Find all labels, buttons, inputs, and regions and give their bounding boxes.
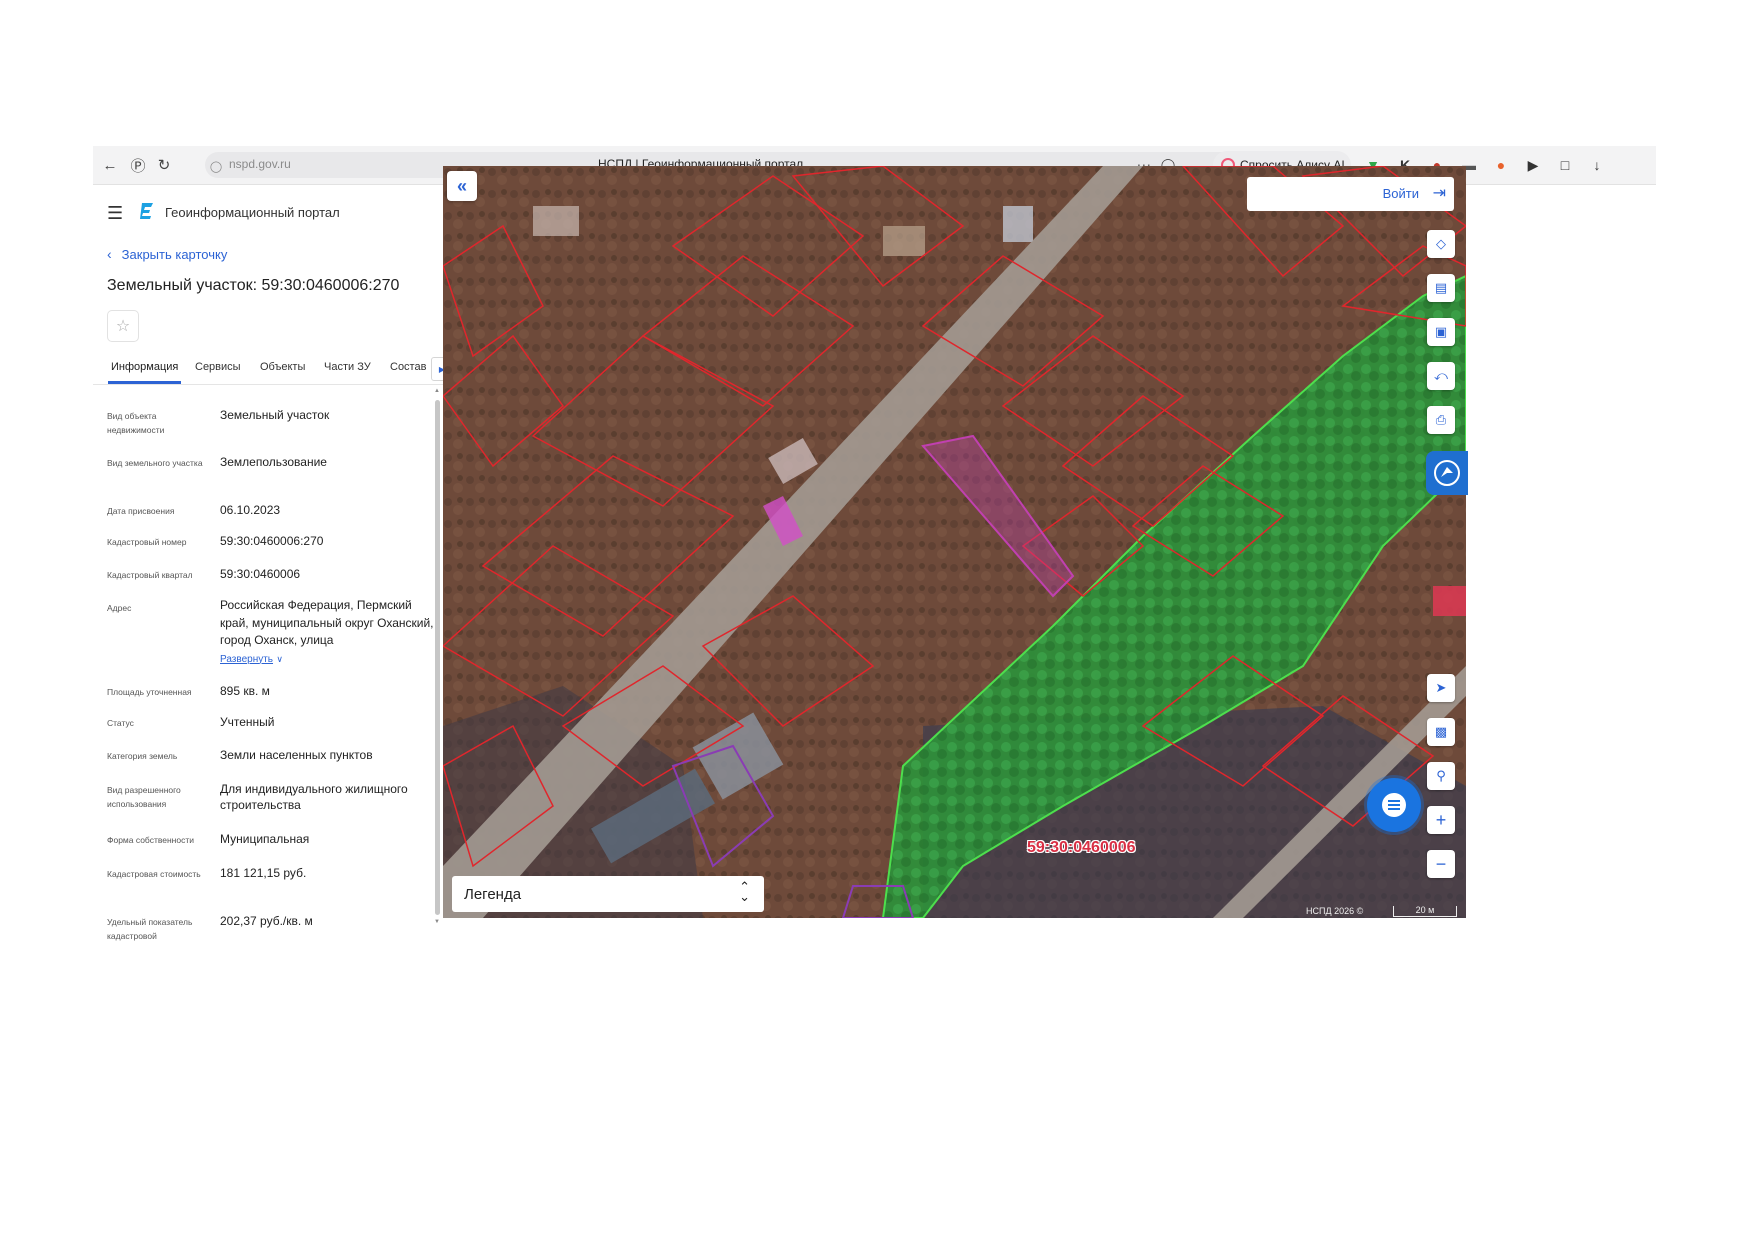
search-pin-icon: ⚲ <box>1436 768 1446 783</box>
ruler-icon: ▤ <box>1434 280 1448 295</box>
tab-services[interactable]: Сервисы <box>195 361 241 373</box>
info-label: Дата присвоения <box>107 506 175 516</box>
object-card-panel: ☰ Геоинформационный портал ‹ Закрыть карт… <box>93 185 497 1028</box>
info-label: Вид разрешенного использования <box>107 785 181 809</box>
info-label: Площадь уточненная <box>107 687 192 697</box>
scroll-down-arrow[interactable]: ▼ <box>434 919 440 925</box>
assistant-button[interactable] <box>1426 451 1468 495</box>
ruler-button[interactable]: ▤ <box>1427 274 1455 302</box>
info-value: 202,37 руб./кв. м <box>220 914 313 928</box>
close-card-link[interactable]: ‹ Закрыть карточку <box>107 246 227 262</box>
info-value: Земли населенных пунктов <box>220 748 373 762</box>
print-button[interactable]: ⎙ <box>1427 406 1455 434</box>
login-button[interactable]: Войти ⇥ <box>1247 177 1454 211</box>
building <box>533 206 579 236</box>
zoom-in-button[interactable]: + <box>1427 806 1455 834</box>
download-icon[interactable]: ↓ <box>1587 155 1607 175</box>
search-location-button[interactable]: ⚲ <box>1427 762 1455 790</box>
chevron-down-icon[interactable]: ∨ <box>276 654 283 664</box>
back-icon[interactable]: ← <box>99 154 121 176</box>
minimap-button[interactable]: ▩ <box>1427 718 1455 746</box>
legend-label: Легенда <box>464 886 522 903</box>
extension-icon[interactable]: □ <box>1555 155 1575 175</box>
login-label: Войти <box>1382 186 1419 201</box>
info-label: Вид объекта недвижимости <box>107 411 165 435</box>
info-value: Учтенный <box>220 715 275 729</box>
info-label: Кадастровый номер <box>107 537 187 547</box>
info-value: Муниципальная <box>220 832 310 846</box>
building <box>1433 586 1466 616</box>
collapse-panel-button[interactable]: « <box>447 171 477 201</box>
assistant-icon <box>1434 460 1460 486</box>
shield-icon: ◯ <box>209 160 223 173</box>
cadastral-quarter-label: 59:30:0460006 <box>1027 839 1136 856</box>
favorite-star-button[interactable]: ☆ <box>107 310 139 342</box>
double-chevron-left-icon: « <box>456 175 467 196</box>
info-value: 59:30:0460006:270 <box>220 534 324 548</box>
info-value: 06.10.2023 <box>220 503 281 517</box>
info-label: Категория земель <box>107 751 178 761</box>
navigation-arrow-icon: ➤ <box>1435 680 1447 695</box>
building <box>1003 206 1033 242</box>
info-value: 895 кв. м <box>220 684 270 698</box>
card-scrollbar[interactable] <box>435 400 440 915</box>
share-button[interactable]: ⤺ <box>1427 362 1455 390</box>
info-value: 181 121,15 руб. <box>220 866 307 880</box>
tab-composition[interactable]: Состав <box>390 361 426 373</box>
info-value: Землепользование <box>220 455 327 469</box>
info-value: Земельный участок <box>220 408 330 422</box>
url-text[interactable]: nspd.gov.ru <box>229 157 291 171</box>
scroll-up-arrow[interactable]: ▲ <box>434 388 440 394</box>
layers-button[interactable]: ◇ <box>1427 230 1455 258</box>
plus-icon: + <box>1435 809 1447 830</box>
object-title: Земельный участок: 59:30:0460006:270 <box>107 277 400 294</box>
hamburger-menu-icon[interactable]: ☰ <box>107 203 123 224</box>
map-canvas[interactable] <box>443 166 1466 918</box>
info-label: Кадастровый квартал <box>107 570 193 580</box>
info-value: 59:30:0460006 <box>220 567 301 581</box>
map-copyright: НСПД 2026 © <box>1306 906 1364 916</box>
share-icon: ⤺ <box>1434 368 1448 383</box>
portal-logo-icon <box>140 203 153 219</box>
info-label: Статус <box>107 718 134 728</box>
address-value: Российская Федерация, Пермский край, мун… <box>220 597 435 668</box>
layers-icon: ◇ <box>1436 236 1446 251</box>
zoom-out-button[interactable]: − <box>1427 850 1455 878</box>
select-area-button[interactable]: ▣ <box>1427 318 1455 346</box>
chevron-left-icon: ‹ <box>107 246 112 262</box>
map-scale: 20 м <box>1393 906 1457 917</box>
select-area-icon: ▣ <box>1434 324 1448 339</box>
media-icon[interactable]: ▶ <box>1523 155 1543 175</box>
expand-collapse-icon: ⌃ ⌄ <box>739 879 750 904</box>
login-icon: ⇥ <box>1432 185 1446 202</box>
close-card-label: Закрыть карточку <box>121 247 228 262</box>
info-value: Российская Федерация, Пермский край, мун… <box>220 598 434 647</box>
tab-info[interactable]: Информация <box>111 361 178 373</box>
card-tabs: Информация Сервисы Объекты Части ЗУ Сост… <box>93 350 497 385</box>
info-label: Вид земельного участка <box>107 458 203 468</box>
tab-objects[interactable]: Объекты <box>260 361 305 373</box>
chat-icon <box>1382 793 1406 817</box>
building <box>883 226 925 256</box>
info-label: Кадастровая стоимость <box>107 869 201 879</box>
extension-icon[interactable]: ● <box>1491 155 1511 175</box>
minimap-icon: ▩ <box>1434 724 1448 739</box>
chat-button[interactable] <box>1367 778 1421 832</box>
star-icon: ☆ <box>115 318 131 335</box>
my-location-button[interactable]: ➤ <box>1427 674 1455 702</box>
reload-icon[interactable]: ↻ <box>153 154 175 176</box>
minus-icon: − <box>1435 853 1447 874</box>
info-label: Адрес <box>107 603 132 613</box>
portal-name: Геоинформационный портал <box>165 205 340 220</box>
print-icon: ⎙ <box>1435 412 1447 427</box>
info-label: Форма собственности <box>107 835 194 845</box>
browser-window: ← Ⓟ ↻ ◯ nspd.gov.ru НСПД | Геоинформацио… <box>93 146 1656 1028</box>
tab-parts[interactable]: Части ЗУ <box>324 361 371 373</box>
legend-dropdown[interactable]: Легенда ⌃ ⌄ <box>452 876 764 912</box>
yandex-icon[interactable]: Ⓟ <box>127 154 149 176</box>
active-tab-indicator <box>108 381 181 384</box>
info-value: Для индивидуального жилищного строительс… <box>220 782 408 812</box>
expand-address-link[interactable]: Развернуть <box>220 654 273 665</box>
info-label: Удельный показатель кадастровой <box>107 917 193 941</box>
